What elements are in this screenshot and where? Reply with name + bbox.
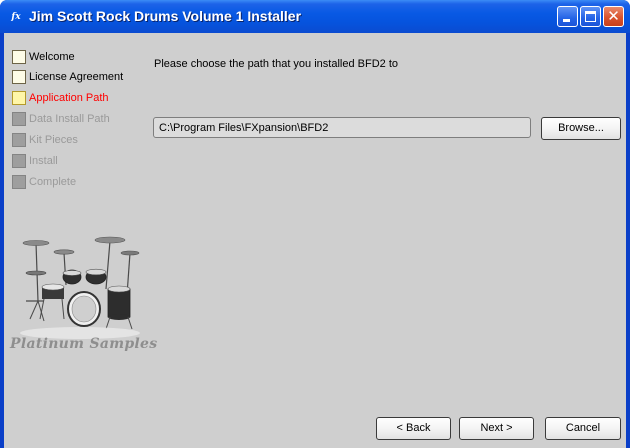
step-checkbox xyxy=(12,154,26,168)
step-label: Kit Pieces xyxy=(29,134,78,146)
step-label: Welcome xyxy=(29,51,75,63)
step-checkbox xyxy=(12,133,26,147)
title-bar[interactable]: fx Jim Scott Rock Drums Volume 1 Install… xyxy=(0,0,630,33)
close-button[interactable]: ✕ xyxy=(603,6,624,27)
install-path-input[interactable] xyxy=(153,117,531,138)
next-button[interactable]: Next > xyxy=(459,417,534,440)
installer-window: fx Jim Scott Rock Drums Volume 1 Install… xyxy=(0,0,630,448)
cancel-button[interactable]: Cancel xyxy=(545,417,621,440)
step-checkbox xyxy=(12,91,26,105)
step-checkbox xyxy=(12,175,26,189)
step-label: License Agreement xyxy=(29,71,124,83)
back-button[interactable]: < Back xyxy=(376,417,451,440)
step-checkbox xyxy=(12,50,26,64)
window-title: Jim Scott Rock Drums Volume 1 Installer xyxy=(29,8,302,24)
step-checkbox xyxy=(12,70,26,84)
app-icon: fx xyxy=(11,12,21,22)
minimize-icon xyxy=(563,19,570,22)
step-checkbox xyxy=(12,112,26,126)
close-icon: ✕ xyxy=(607,7,620,25)
browse-button[interactable]: Browse... xyxy=(541,117,621,140)
step-label: Data Install Path xyxy=(29,113,110,125)
minimize-button[interactable] xyxy=(557,6,578,27)
step-label: Complete xyxy=(29,176,77,188)
step-label: Install xyxy=(29,155,58,167)
installer-body: Welcome License Agreement Application Pa… xyxy=(4,33,626,448)
step-label: Application Path xyxy=(29,92,109,104)
path-prompt: Please choose the path that you installe… xyxy=(154,58,398,70)
platinum-samples-logo: Platinum Samples xyxy=(10,336,158,352)
maximize-button[interactable] xyxy=(580,6,601,27)
maximize-icon xyxy=(585,11,596,22)
